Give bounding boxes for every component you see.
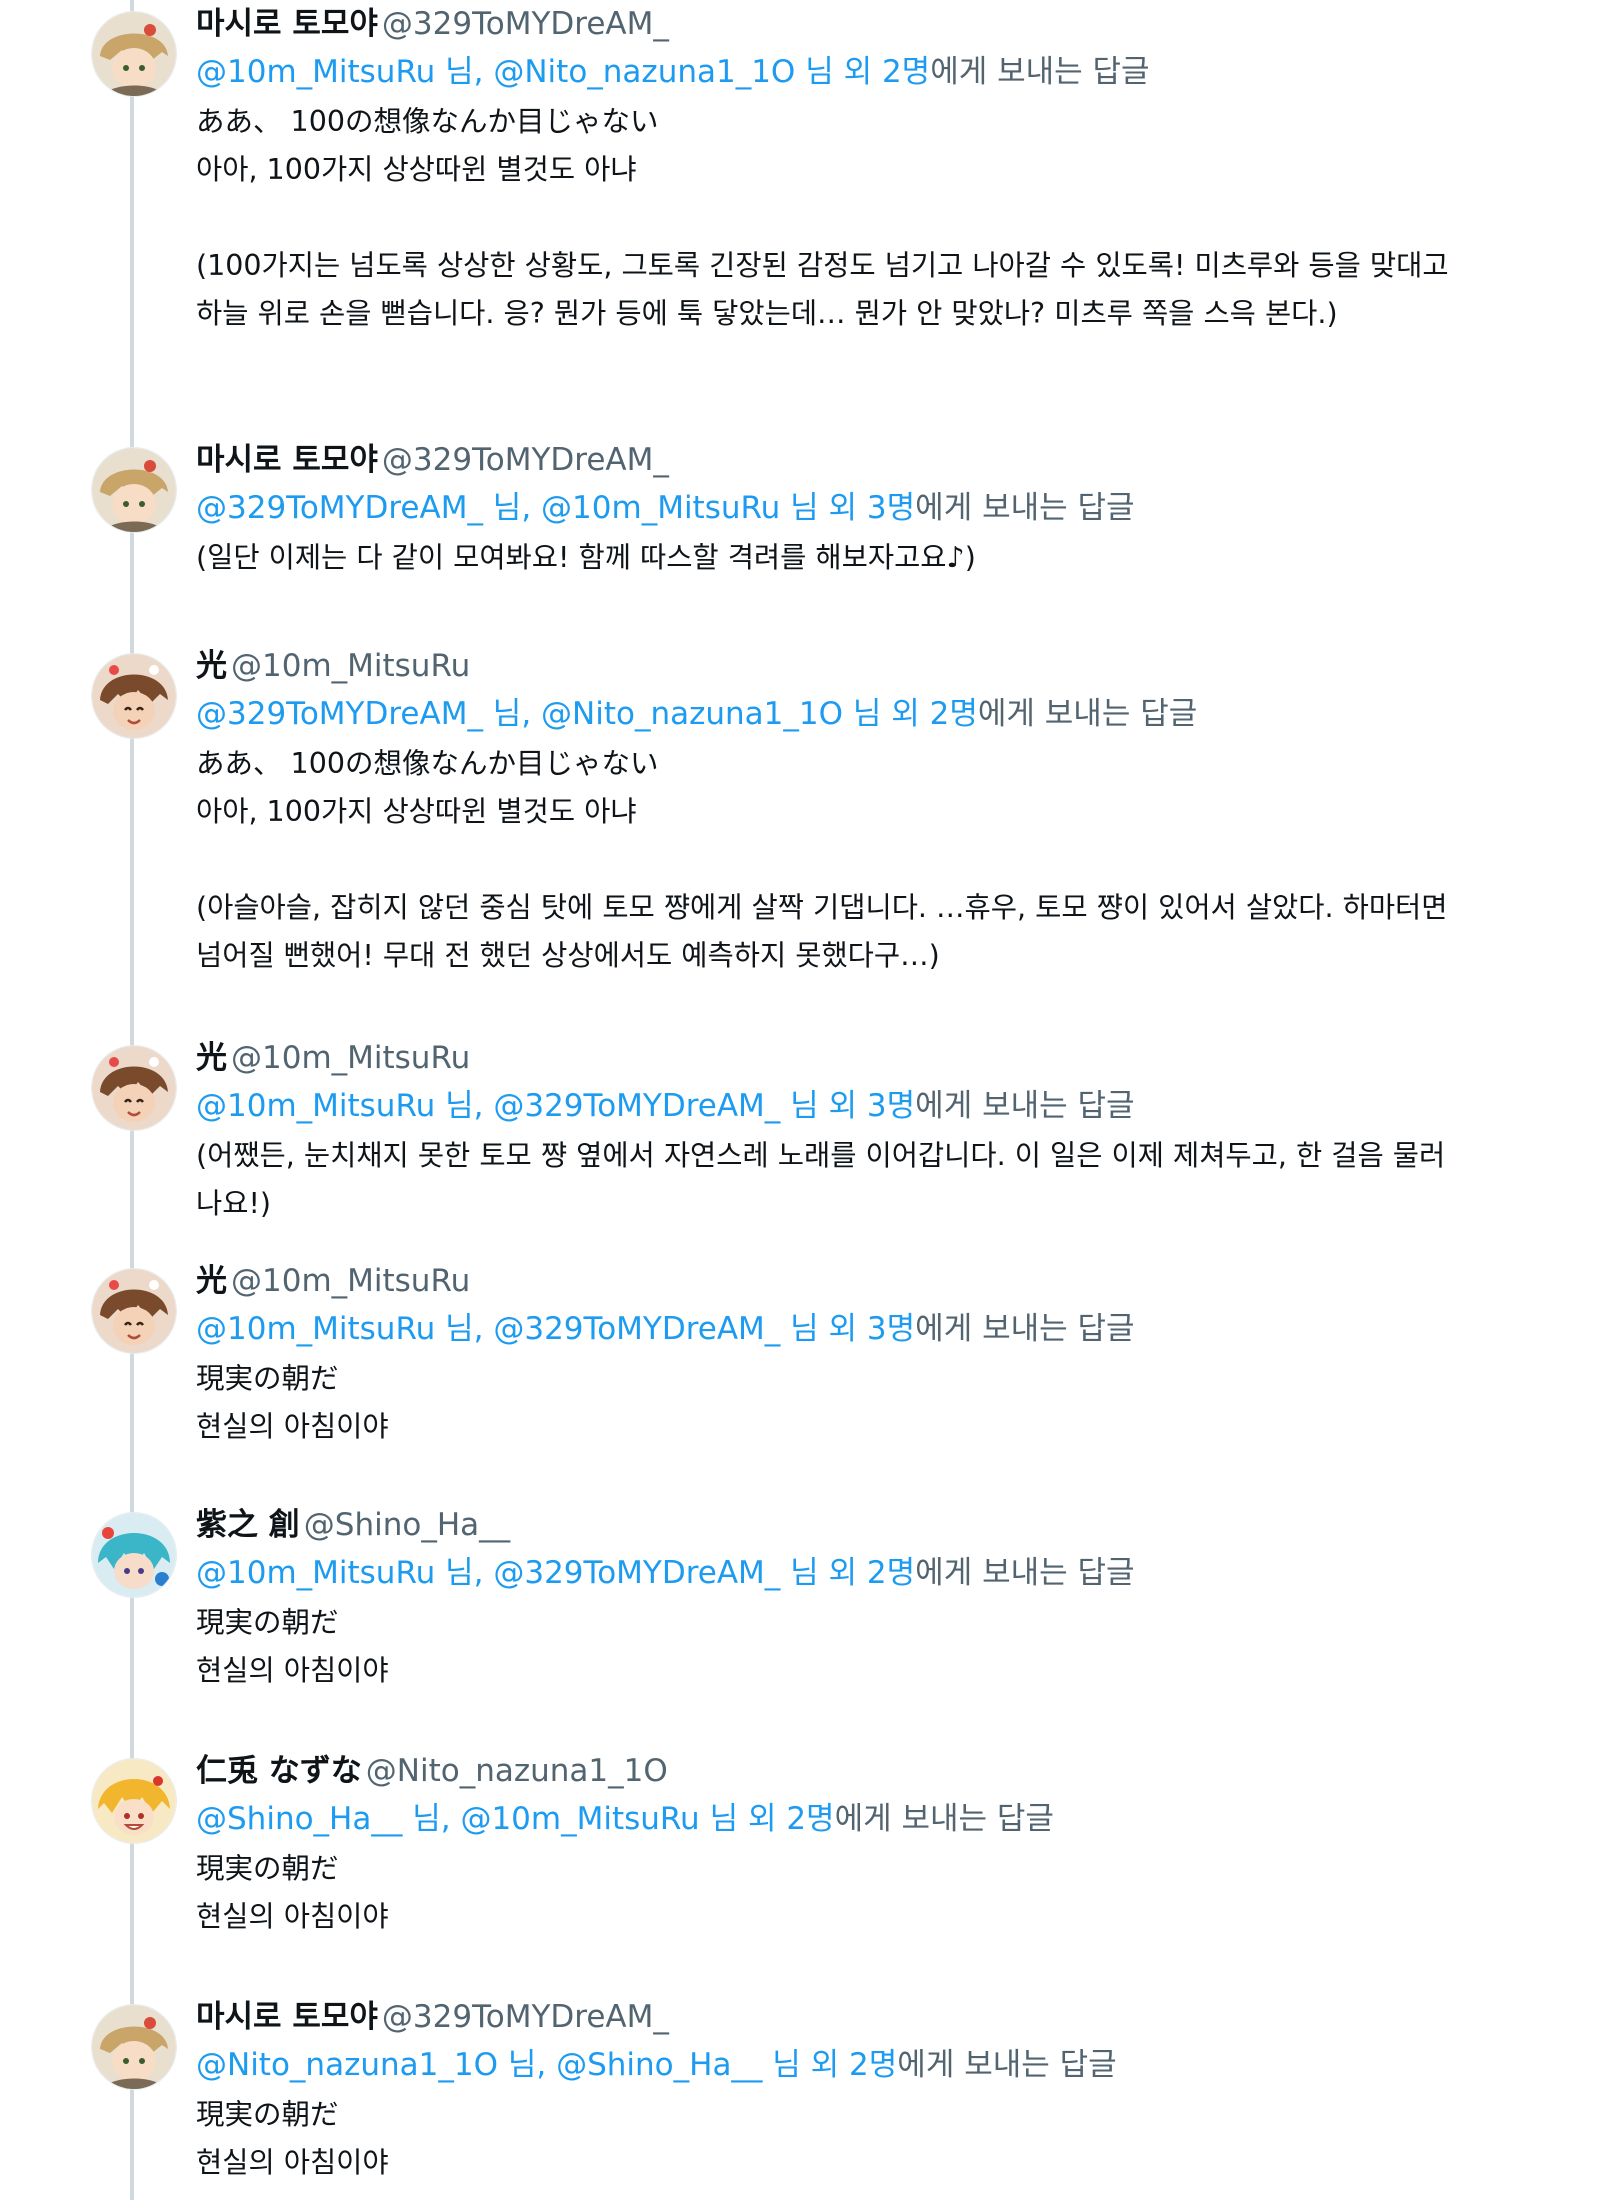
mention-link[interactable]: @329ToMYDreAM_ — [196, 490, 483, 526]
user-handle[interactable]: @Shino_Ha__ — [304, 1507, 510, 1543]
others-count-link[interactable]: 3명 — [867, 1311, 915, 1347]
replying-to-label: 에게 보내는 답글 — [834, 1801, 1054, 1837]
replying-to: @10m_MitsuRu 님, @329ToMYDreAM_ 님 외 3명에게 … — [196, 1084, 1450, 1128]
replying-to: @Shino_Ha__ 님, @10m_MitsuRu 님 외 2명에게 보내는… — [196, 1797, 1450, 1841]
mention-link[interactable]: @Shino_Ha__ — [196, 1801, 402, 1837]
replying-to-label: 에게 보내는 답글 — [915, 1311, 1135, 1347]
display-name[interactable]: 光 — [196, 1040, 227, 1076]
replying-to-label: 에게 보내는 답글 — [915, 1088, 1135, 1124]
others-count-link[interactable]: 3명 — [867, 490, 915, 526]
mention-separator: 님, — [497, 2047, 557, 2083]
user-handle[interactable]: @329ToMYDreAM_ — [382, 1999, 669, 2035]
replying-to: @Nito_nazuna1_1O 님, @Shino_Ha__ 님 외 2명에게… — [196, 2043, 1450, 2087]
mention-separator: 님, — [435, 1555, 494, 1591]
tweet-text: ああ、 100の想像なんか目じゃない 아아, 100가지 상상따윈 별것도 아냐… — [196, 105, 1449, 330]
mention-link[interactable]: @Nito_nazuna1_1O — [541, 696, 843, 732]
display-name[interactable]: 光 — [196, 648, 227, 684]
tweet-text: 現実の朝だ 현실의 아침이야 — [196, 1606, 389, 1687]
mention-suffix: 님 외 — [780, 490, 867, 526]
mention-link[interactable]: @10m_MitsuRu — [196, 1311, 435, 1347]
mitsuru-avatar[interactable] — [92, 654, 176, 738]
tomoya-avatar[interactable] — [92, 448, 176, 532]
mention-link[interactable]: @329ToMYDreAM_ — [493, 1088, 780, 1124]
replying-to-label: 에게 보내는 답글 — [915, 1555, 1135, 1591]
hajime-avatar[interactable] — [92, 1513, 176, 1597]
replying-to-label: 에게 보내는 답글 — [930, 54, 1150, 90]
mention-suffix: 님 외 — [795, 54, 882, 90]
others-count-link[interactable]: 2명 — [786, 1801, 834, 1837]
tweet-text: 現実の朝だ 현실의 아침이야 — [196, 1852, 389, 1933]
mention-link[interactable]: @10m_MitsuRu — [541, 490, 780, 526]
display-name[interactable]: 仁兎 なずな — [196, 1753, 362, 1789]
replying-to: @329ToMYDreAM_ 님, @10m_MitsuRu 님 외 3명에게 … — [196, 486, 1450, 530]
mention-suffix: 님 외 — [780, 1311, 867, 1347]
mention-link[interactable]: @10m_MitsuRu — [460, 1801, 699, 1837]
tweet-text: (일단 이제는 다 같이 모여봐요! 함께 따스할 격려를 해보자고요♪) — [196, 541, 976, 574]
tweet-text: ああ、 100の想像なんか目じゃない 아아, 100가지 상상따윈 별것도 아냐… — [196, 747, 1448, 972]
mitsuru-avatar[interactable] — [92, 1269, 176, 1353]
user-handle[interactable]: @329ToMYDreAM_ — [382, 6, 669, 42]
mention-link[interactable]: @329ToMYDreAM_ — [493, 1311, 780, 1347]
replying-to: @329ToMYDreAM_ 님, @Nito_nazuna1_1O 님 외 2… — [196, 692, 1450, 736]
others-count-link[interactable]: 2명 — [849, 2047, 897, 2083]
mitsuru-avatar[interactable] — [92, 1046, 176, 1130]
mention-link[interactable]: @10m_MitsuRu — [196, 54, 435, 90]
user-handle[interactable]: @10m_MitsuRu — [231, 1263, 470, 1299]
tomoya-avatar[interactable] — [92, 2005, 176, 2089]
replying-to-label: 에게 보내는 답글 — [977, 696, 1198, 732]
user-handle[interactable]: @10m_MitsuRu — [231, 648, 470, 684]
tweet-text: 現実の朝だ 현실의 아침이야 — [196, 1362, 389, 1443]
replying-to: @10m_MitsuRu 님, @329ToMYDreAM_ 님 외 2명에게 … — [196, 1551, 1450, 1595]
replying-to-label: 에게 보내는 답글 — [915, 490, 1135, 526]
display-name[interactable]: 마시로 토모야 — [196, 1999, 378, 2035]
tomoya-avatar[interactable] — [92, 12, 176, 96]
mention-separator: 님, — [482, 490, 542, 526]
display-name[interactable]: 光 — [196, 1263, 227, 1299]
others-count-link[interactable]: 2명 — [882, 54, 930, 90]
mention-suffix: 님 외 — [762, 2047, 850, 2083]
mention-suffix: 님 외 — [699, 1801, 787, 1837]
mention-suffix: 님 외 — [843, 696, 930, 732]
display-name[interactable]: 마시로 토모야 — [196, 442, 378, 478]
mention-separator: 님, — [435, 1311, 494, 1347]
mention-separator: 님, — [435, 1088, 494, 1124]
others-count-link[interactable]: 2명 — [867, 1555, 915, 1591]
user-handle[interactable]: @329ToMYDreAM_ — [382, 442, 669, 478]
replying-to: @10m_MitsuRu 님, @329ToMYDreAM_ 님 외 3명에게 … — [196, 1307, 1450, 1351]
mention-link[interactable]: @329ToMYDreAM_ — [493, 1555, 780, 1591]
tweet-text: 現実の朝だ 현실의 아침이야 — [196, 2098, 389, 2179]
user-handle[interactable]: @Nito_nazuna1_1O — [366, 1753, 668, 1789]
mention-link[interactable]: @329ToMYDreAM_ — [196, 696, 483, 732]
mention-suffix: 님 외 — [780, 1555, 867, 1591]
mention-link[interactable]: @Nito_nazuna1_1O — [493, 54, 795, 90]
user-handle[interactable]: @10m_MitsuRu — [231, 1040, 470, 1076]
mention-separator: 님, — [402, 1801, 461, 1837]
replying-to: @10m_MitsuRu 님, @Nito_nazuna1_1O 님 외 2명에… — [196, 50, 1450, 94]
mention-separator: 님, — [482, 696, 542, 732]
mention-separator: 님, — [435, 54, 494, 90]
mention-link[interactable]: @Nito_nazuna1_1O — [196, 2047, 498, 2083]
mention-link[interactable]: @10m_MitsuRu — [196, 1555, 435, 1591]
nazuna-avatar[interactable] — [92, 1759, 176, 1843]
mention-link[interactable]: @10m_MitsuRu — [196, 1088, 435, 1124]
display-name[interactable]: 紫之 創 — [196, 1507, 300, 1543]
mention-suffix: 님 외 — [780, 1088, 867, 1124]
replying-to-label: 에게 보내는 답글 — [897, 2047, 1117, 2083]
others-count-link[interactable]: 3명 — [867, 1088, 915, 1124]
others-count-link[interactable]: 2명 — [930, 696, 978, 732]
display-name[interactable]: 마시로 토모야 — [196, 6, 378, 42]
mention-link[interactable]: @Shino_Ha__ — [556, 2047, 762, 2083]
tweet-text: (어쨌든, 눈치채지 못한 토모 쨩 옆에서 자연스레 노래를 이어갑니다. 이… — [196, 1139, 1446, 1220]
